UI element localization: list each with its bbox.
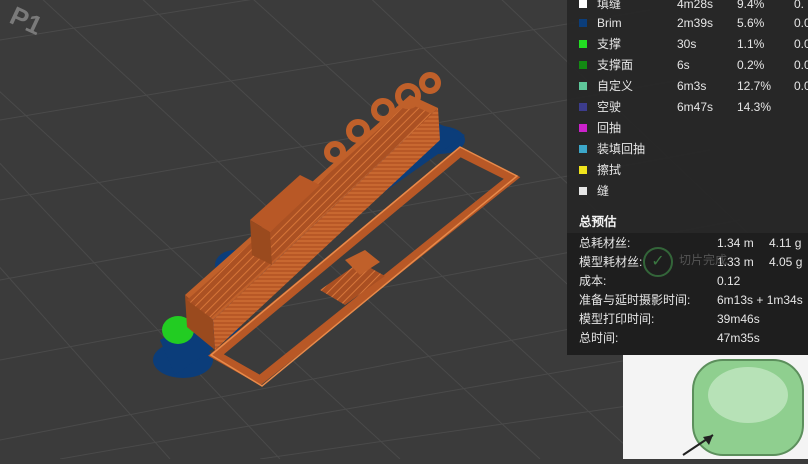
legend-percent: 1.1% (737, 37, 765, 51)
swatch (579, 0, 587, 8)
legend-time: 6m3s (677, 79, 707, 93)
legend-row: 支撑 30s 1.1% 0.0 (567, 34, 808, 54)
estimate-label: 准备与延时摄影时间: (579, 293, 691, 307)
legend-label: 支撑面 (597, 58, 634, 72)
swatch (579, 19, 587, 27)
swatch (579, 145, 587, 153)
estimate-row: 模型打印时间: 39m46s (579, 310, 808, 329)
estimate-row: 总时间: 47m35s (579, 329, 808, 348)
swatch (579, 124, 587, 132)
legend-label: 缝 (597, 184, 610, 198)
estimate-label: 模型耗材丝: (579, 255, 643, 269)
legend-extra: 0.0 (794, 37, 808, 51)
legend-time: 6s (677, 58, 690, 72)
legend-row: 支撑面 6s 0.2% 0.0 (567, 55, 808, 75)
check-circle-icon: ✓ (643, 247, 673, 277)
estimate-label: 总时间: (579, 331, 619, 345)
estimate-value: 47m35s (717, 331, 760, 345)
swatch (579, 187, 587, 195)
swatch (579, 61, 587, 69)
legend-percent: 5.6% (737, 16, 765, 30)
swatch (579, 166, 587, 174)
legend-label: 支撑 (597, 37, 622, 51)
legend-row: 自定义 6m3s 12.7% 0.0 (567, 76, 808, 96)
legend-time: 4m28s (677, 0, 714, 11)
legend-extra: 0.0 (794, 79, 808, 93)
preview-thumbnail[interactable] (623, 355, 808, 459)
legend-extra: 0.0 (794, 16, 808, 30)
legend-label: 擦拭 (597, 163, 622, 177)
estimate-value: 39m46s (717, 312, 760, 326)
legend-label: 空驶 (597, 100, 622, 114)
estimate-label: 模型打印时间: (579, 312, 655, 326)
legend-label: Brim (597, 16, 622, 30)
legend-percent: 9.4% (737, 0, 765, 11)
slice-complete-text: 切片完成 (679, 253, 728, 267)
legend-row: Brim 2m39s 5.6% 0.0 (567, 13, 808, 33)
legend-label: 自定义 (597, 79, 634, 93)
estimate-title: 总预估 (579, 215, 617, 229)
legend-time: 2m39s (677, 16, 714, 30)
swatch (579, 82, 587, 90)
legend-row: 空驶 6m47s 14.3% (567, 97, 808, 117)
swatch (579, 103, 587, 111)
legend-percent: 14.3% (737, 100, 772, 114)
legend-label: 填缝 (597, 0, 622, 11)
thumbnail-image (623, 355, 808, 459)
legend-percent: 12.7% (737, 79, 772, 93)
estimate-value: 6m13s + 1m34s (717, 293, 803, 307)
slice-complete-toast: ✓ 切片完成 (635, 240, 808, 280)
slice-stats-panel: 填缝 4m28s 9.4% 0. Brim 2m39s 5.6% 0.0 支撑 … (567, 0, 808, 355)
legend-time: 6m47s (677, 100, 714, 114)
legend-row: 填缝 4m28s 9.4% 0. (567, 0, 808, 14)
model-wall (185, 95, 440, 350)
legend-extra: 0. (794, 0, 805, 11)
legend-extra: 0.0 (794, 58, 808, 72)
plate-label: P1 (5, 0, 47, 41)
estimate-row: 准备与延时摄影时间: 6m13s + 1m34s (579, 291, 808, 310)
estimate-label: 总耗材丝: (579, 236, 631, 250)
legend-label: 回抽 (597, 121, 622, 135)
swatch (579, 40, 587, 48)
legend-time: 30s (677, 37, 697, 51)
legend-label: 装填回抽 (597, 142, 646, 156)
estimate-label: 成本: (579, 274, 607, 288)
legend-percent: 0.2% (737, 58, 765, 72)
